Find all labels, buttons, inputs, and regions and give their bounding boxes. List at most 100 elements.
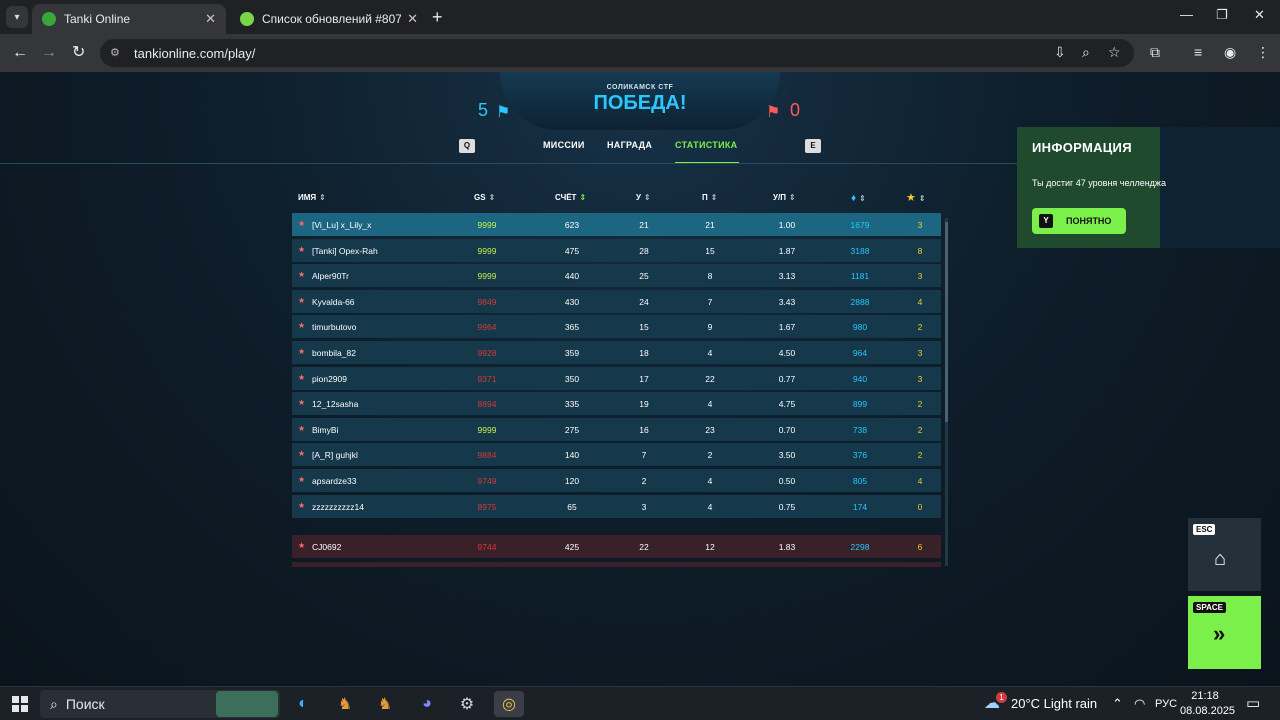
cell-kd: 4.50: [778, 348, 796, 358]
tab-reward[interactable]: НАГРАДА: [607, 140, 652, 150]
notification-icon[interactable]: ▭: [1246, 694, 1260, 712]
close-icon[interactable]: ✕: [205, 11, 216, 27]
header-gs[interactable]: GS ⇕: [474, 193, 495, 202]
header-kills[interactable]: У ⇕: [636, 193, 651, 202]
address-bar[interactable]: ⚙ tankionline.com/play/: [100, 39, 1134, 67]
tab-next-key[interactable]: E: [805, 139, 821, 153]
game-app-icon[interactable]: ♞: [330, 691, 360, 717]
header-kd[interactable]: У/П ⇕: [773, 193, 796, 202]
rank-icon: ★: [298, 321, 306, 331]
tab-update-list[interactable]: Список обновлений #807 (ре ✕: [230, 4, 428, 34]
profile-icon[interactable]: ◉: [1224, 44, 1236, 61]
tab-title: Tanki Online: [64, 12, 131, 26]
wifi-icon[interactable]: ◠: [1134, 696, 1145, 712]
cell-deaths: 2: [707, 450, 713, 461]
window-close-icon[interactable]: ✕: [1254, 7, 1265, 23]
extensions-icon[interactable]: ⧉: [1150, 44, 1160, 61]
maximize-icon[interactable]: ❐: [1216, 7, 1228, 23]
game-app-icon-2[interactable]: ♞: [370, 691, 400, 717]
widgets-icon[interactable]: [216, 691, 278, 717]
space-key-badge: SPACE: [1193, 602, 1226, 613]
zoom-icon[interactable]: ⌕: [1082, 44, 1090, 61]
cell-kills: 19: [639, 399, 649, 410]
header-stars[interactable]: ★ ⇕: [906, 191, 926, 204]
cell-score: 623: [564, 220, 580, 230]
table-scrollbar-thumb[interactable]: [945, 222, 948, 422]
got-it-button[interactable]: Y ПОНЯТНО: [1032, 208, 1126, 234]
header-name[interactable]: ИМЯ ⇕: [298, 193, 326, 202]
table-row[interactable]: ★ CJ0692 9744 425 22 12 1.83 2298 6: [292, 535, 941, 558]
tab-statistics[interactable]: СТАТИСТИКА: [675, 140, 737, 150]
cell-stars: 3: [917, 220, 923, 230]
steam-icon[interactable]: ⚙: [452, 691, 482, 717]
tab-prev-key[interactable]: Q: [459, 139, 475, 153]
new-tab-button[interactable]: +: [432, 7, 443, 27]
language-indicator[interactable]: РУС: [1155, 698, 1177, 710]
cell-name: 12_12sasha: [312, 399, 359, 410]
cell-kills: 7: [641, 450, 647, 461]
back-arrow-icon[interactable]: ←: [12, 43, 28, 63]
chevron-up-icon[interactable]: ⌃: [1112, 696, 1123, 712]
home-button[interactable]: ESC ⌂: [1188, 518, 1261, 591]
table-row[interactable]: ★ [A_R] guhjkl 9884 140 7 2 3.50 376 2: [292, 443, 941, 467]
close-icon[interactable]: ✕: [407, 11, 418, 27]
cell-name: pion2909: [312, 373, 347, 384]
stats-table-header: ИМЯ ⇕ GS ⇕ СЧЁТ ⇕ У ⇕ П ⇕ У/П ⇕ ♦ ⇕ ★ ⇕: [0, 191, 1000, 205]
cell-name: [A_R] guhjkl: [312, 450, 358, 461]
table-row[interactable]: ★ zzzzzzzzzz14 8975 65 3 4 0.75 174 0: [292, 494, 941, 518]
cell-crystals: 3188: [850, 245, 870, 256]
header-crystals[interactable]: ♦ ⇕: [851, 193, 866, 204]
weather-text[interactable]: 20°C Light rain: [1011, 696, 1097, 711]
menu-dots-icon[interactable]: ⋮: [1256, 44, 1270, 61]
got-it-label: ПОНЯТНО: [1066, 216, 1112, 226]
minimize-icon[interactable]: —: [1180, 7, 1193, 22]
cell-kd: 0.70: [778, 424, 796, 435]
cell-stars: 3: [917, 348, 923, 358]
table-row[interactable]: ★ bombila_82 9928 359 18 4 4.50 964 3: [292, 341, 941, 364]
home-icon: ⌂: [1214, 548, 1227, 570]
table-row[interactable]: ★ BimyBi 9999 275 16 23 0.70 738 2: [292, 417, 941, 441]
table-row[interactable]: ★ pion2909 9371 350 17 22 0.77 940 3: [292, 366, 941, 390]
chrome-icon[interactable]: ◎: [494, 691, 524, 717]
tab-title: Список обновлений #807 (ре: [262, 12, 402, 26]
reload-icon[interactable]: ↻: [72, 43, 85, 63]
header-divider: [0, 163, 1018, 164]
site-info-icon[interactable]: ⚙: [110, 46, 124, 60]
cell-gs: 9999: [477, 220, 497, 230]
cell-score: 440: [564, 271, 580, 282]
table-row[interactable]: ★ 12_12sasha 8894 335 19 4 4.75 899 2: [292, 392, 941, 416]
continue-button[interactable]: SPACE »: [1188, 596, 1261, 669]
windows-start-icon[interactable]: [12, 696, 28, 712]
header-deaths[interactable]: П ⇕: [702, 193, 717, 202]
tab-missions[interactable]: МИССИИ: [543, 140, 585, 150]
table-row[interactable]: ★ [Vi_Lu] x_Lily_x 9999 623 21 21 1.00 1679 3: [292, 213, 941, 236]
cell-kd: 3.43: [778, 296, 796, 307]
table-row[interactable]: ★ Kyvalda-66 9849 430 24 7 3.43 2888 4: [292, 289, 941, 313]
cell-kills: 24: [639, 296, 649, 307]
cell-name: timurbutovo: [312, 322, 357, 333]
bookmark-star-icon[interactable]: ☆: [1108, 44, 1121, 61]
table-row[interactable]: ★ apsardze33 9749 120 2 4 0.50 805 4: [292, 469, 941, 492]
table-row[interactable]: ★ timurbutovo 9964 365 15 9 1.67 980 2: [292, 315, 941, 339]
header-score[interactable]: СЧЁТ ⇕: [555, 193, 586, 202]
blue-team-score: 5: [478, 100, 489, 120]
table-row[interactable]: ★ Alper90Tr 9999 440 25 8 3.13 1181 3: [292, 264, 941, 288]
forward-arrow-icon[interactable]: →: [41, 43, 57, 63]
cell-crystals: 2298: [850, 542, 870, 552]
media-control-icon[interactable]: ≡: [1194, 44, 1202, 60]
cell-deaths: 4: [707, 501, 713, 512]
windows-taskbar: ⌕ Поиск ◐ ♞ ♞ ◕ ⚙ ◎ ☁ 1 20°C Light rain …: [0, 686, 1280, 720]
install-app-icon[interactable]: ⇩: [1054, 44, 1066, 61]
table-row[interactable]: ★ [Tanki] Opex-Rah 9999 475 28 15 1.87 3188 8: [292, 238, 941, 262]
cell-score: 275: [564, 424, 580, 435]
cell-stars: 3: [917, 271, 923, 282]
tab-search-button[interactable]: ▾: [6, 6, 28, 28]
tab-tanki-online[interactable]: Tanki Online ✕: [32, 4, 226, 34]
cell-gs: 9749: [477, 476, 497, 486]
discord-icon[interactable]: ◕: [412, 691, 442, 717]
edge-icon[interactable]: ◐: [288, 691, 318, 717]
cell-gs: 9744: [477, 542, 497, 552]
clock[interactable]: 21:18 08.08.2025: [1180, 689, 1236, 719]
date: 08.08.2025: [1180, 705, 1236, 717]
cell-crystals: 174: [852, 501, 868, 512]
